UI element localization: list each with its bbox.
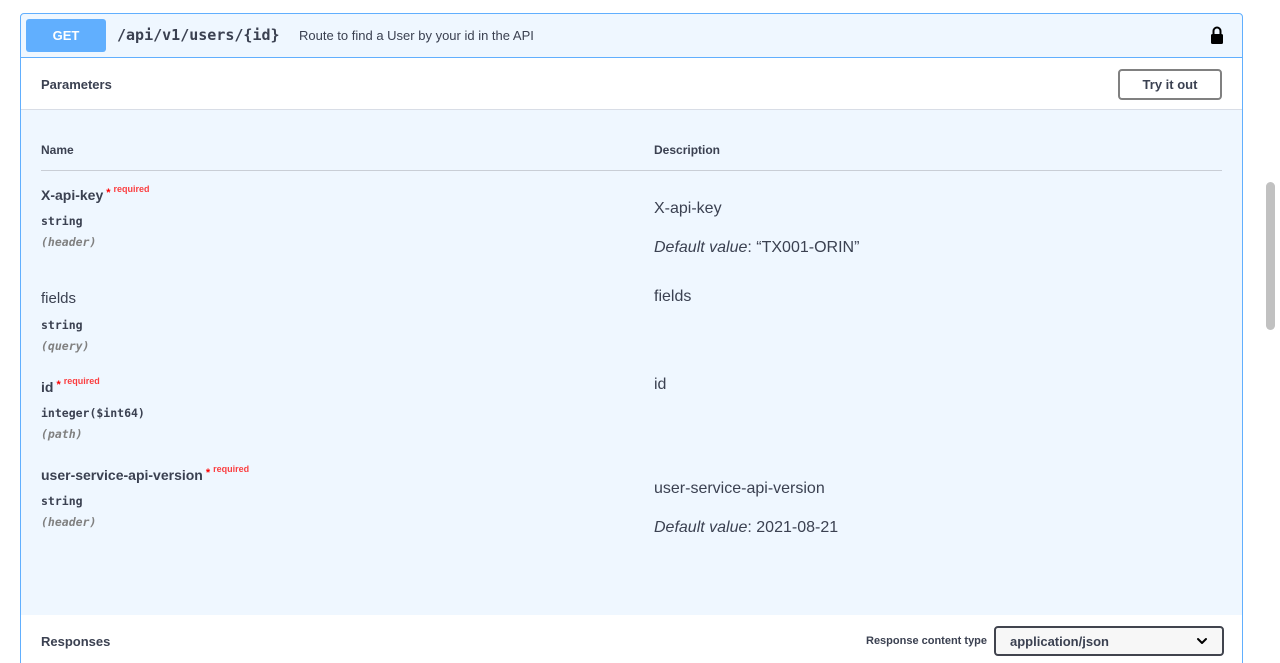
required-label: required [213,464,250,474]
swagger-page: GET /api/v1/users/{id} Route to find a U… [0,0,1280,663]
param-name-text: user-service-api-version [41,467,203,483]
required-star: * [205,467,211,479]
param-type: string [41,494,83,508]
header-divider [41,170,1222,171]
responses-title: Responses [41,634,111,649]
param-location: (header) [41,515,97,529]
scrollbar-thumb[interactable] [1266,182,1275,330]
lock-icon[interactable] [1210,25,1224,45]
parameters-title: Parameters [41,77,112,92]
default-value-text: : “TX001-ORIN” [747,239,860,256]
param-name-id: id * required [41,376,100,395]
response-content-type-select[interactable]: application/json [994,626,1224,656]
param-default-value: Default value: 2021-08-21 [654,519,838,537]
column-header-name: Name [41,143,74,157]
operation-block-get: GET /api/v1/users/{id} Route to find a U… [20,13,1243,663]
select-value: application/json [1010,634,1109,649]
param-default-value: Default value: “TX001-ORIN” [654,239,859,257]
param-location: (path) [41,427,83,441]
responses-header: Responses Response content type applicat… [21,615,1242,663]
operation-description: Route to find a User by your id in the A… [299,28,534,43]
param-description: user-service-api-version [654,480,825,497]
chevron-down-icon [1197,638,1207,644]
param-name-x-api-key: X-api-key * required [41,184,150,203]
response-content-type-label: Response content type [866,635,988,647]
column-header-description: Description [654,143,721,157]
param-name-text: id [41,379,54,395]
required-star: * [56,379,61,391]
parameters-header: Parameters Try it out [21,58,1242,110]
parameters-table: Name Description X-api-key * required stri… [21,110,1242,615]
required-star: * [106,187,111,199]
operation-path: /api/v1/users/{id} [117,26,280,44]
method-badge: GET [26,19,106,52]
param-description: fields [654,288,692,305]
operation-summary[interactable]: GET /api/v1/users/{id} Route to find a U… [21,14,1242,58]
param-type: string [41,318,83,332]
try-it-out-button[interactable]: Try it out [1118,69,1222,100]
required-label: required [63,376,100,386]
param-name-fields: fields [41,290,77,307]
default-label: Default value [654,239,748,256]
default-label: Default value [654,519,748,536]
param-location: (header) [41,235,97,249]
param-description: X-api-key [654,200,722,217]
param-type: integer($int64) [41,406,145,420]
param-name-text: X-api-key [41,187,104,203]
param-type: string [41,214,83,228]
param-location: (query) [41,339,90,353]
required-label: required [113,184,150,194]
default-value-text: : 2021-08-21 [747,519,839,536]
param-name-user-service-api-version: user-service-api-version * required [41,464,250,483]
param-description: id [654,376,667,393]
